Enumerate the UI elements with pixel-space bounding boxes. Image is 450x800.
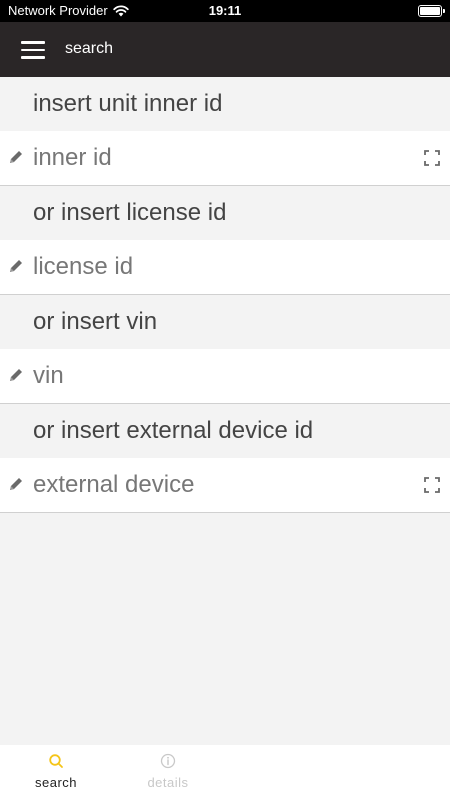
tab-details-label: details [147, 775, 189, 790]
pencil-icon [10, 151, 22, 163]
pencil-icon [10, 478, 22, 490]
battery-icon [418, 5, 445, 17]
inner-id-row [0, 131, 450, 186]
external-device-id-label: or insert external device id [0, 404, 450, 458]
external-device-row [0, 458, 450, 513]
vin-label: or insert vin [0, 295, 450, 349]
bottom-tab-bar: search details [0, 745, 450, 800]
search-icon [49, 754, 63, 768]
status-time: 19:11 [208, 3, 242, 18]
scan-icon[interactable] [424, 150, 440, 166]
app-header: search [0, 22, 450, 77]
license-id-label: or insert license id [0, 186, 450, 240]
tab-search[interactable]: search [11, 753, 101, 790]
scan-icon[interactable] [424, 477, 440, 493]
tab-search-label: search [34, 775, 78, 790]
pencil-icon [10, 369, 22, 381]
search-form: insert unit inner id or insert license i… [0, 77, 450, 513]
external-device-input[interactable] [33, 466, 403, 504]
vin-row [0, 349, 450, 404]
battery-level [420, 7, 440, 15]
inner-id-input[interactable] [33, 139, 403, 177]
tab-details[interactable]: details [123, 753, 213, 790]
status-bar: Network Provider 19:11 [0, 0, 450, 22]
hamburger-menu-icon[interactable] [21, 41, 45, 59]
license-id-input[interactable] [33, 248, 403, 286]
pencil-icon [10, 260, 22, 272]
info-icon [160, 753, 176, 769]
page-title: search [65, 40, 114, 57]
vin-input[interactable] [33, 357, 403, 395]
unit-inner-id-label: insert unit inner id [0, 77, 450, 131]
license-id-row [0, 240, 450, 295]
